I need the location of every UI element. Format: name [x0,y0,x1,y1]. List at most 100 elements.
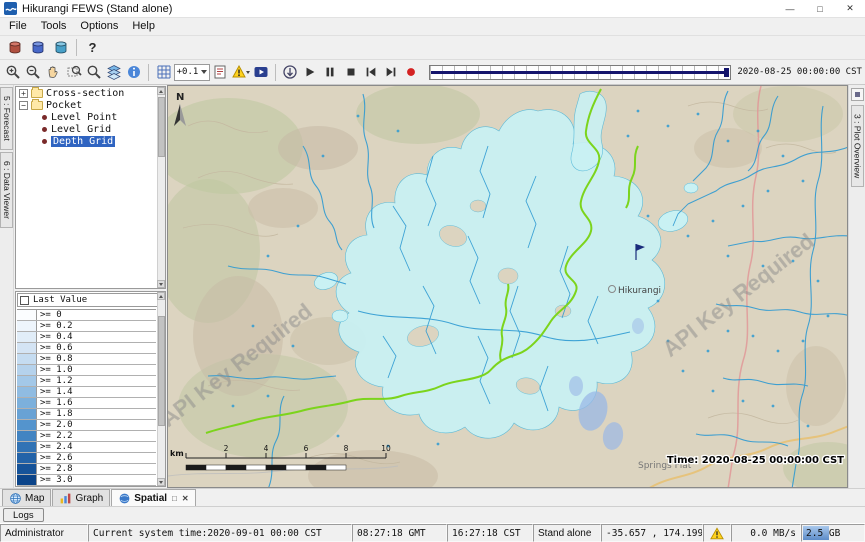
svg-text:N: N [176,92,184,103]
tree-item-depth-grid[interactable]: Depth Grid [16,135,165,147]
tab-graph[interactable]: Graph [52,489,110,506]
animation-player-icon[interactable] [251,62,271,83]
grid-display-icon[interactable] [153,62,173,83]
grid-threshold-select[interactable]: +0.1 [174,64,211,81]
legend-row: >= 0.8 [17,354,156,365]
legend-label: >= 0 [37,310,62,320]
play-button[interactable] [300,62,320,83]
scroll-up-icon[interactable] [157,292,165,300]
stop-button[interactable] [341,62,361,83]
logs-button[interactable]: Logs [3,508,44,522]
panel-close-icon[interactable]: ✕ [182,494,189,503]
maximize-button[interactable]: □ [805,0,835,17]
tab-spatial[interactable]: Spatial □ ✕ [111,489,195,506]
legend-color-swatch [17,464,37,474]
menu-file[interactable]: File [3,19,35,34]
warning-threshold-icon[interactable] [231,62,251,83]
tree-label: Level Grid [51,124,111,135]
dock-button[interactable] [851,88,864,101]
scroll-up-icon[interactable] [157,87,165,95]
minimize-button[interactable]: — [775,0,805,17]
tab-data-viewer[interactable]: 6 : Data Viewer [0,152,13,228]
zoom-full-icon[interactable] [84,62,104,83]
legend-label: >= 0.4 [37,332,73,342]
status-local-time: 16:27:18 CST [447,524,533,542]
database-teal-icon[interactable] [49,37,72,58]
tree-item-level-point[interactable]: Level Point [16,111,165,123]
layer-bullet-icon [42,115,47,120]
zoom-out-icon[interactable] [23,62,43,83]
time-slider[interactable] [429,65,731,80]
scroll-down-icon[interactable] [157,478,165,486]
legend-row: >= 0.4 [17,332,156,343]
panel-restore-icon[interactable]: □ [172,494,177,503]
tab-map[interactable]: Map [2,489,51,506]
layer-bullet-icon [42,127,47,132]
tree-item-cross-section[interactable]: + Cross-section [16,87,165,99]
menu-options[interactable]: Options [74,19,126,34]
menu-tools[interactable]: Tools [35,19,75,34]
zoom-box-icon[interactable] [64,62,84,83]
legend-label: >= 2.0 [37,420,73,430]
profile-document-icon[interactable] [210,62,230,83]
toolbar-separator [76,39,77,56]
layers-icon[interactable] [104,62,124,83]
svg-text:6: 6 [304,444,309,453]
tree-label: Level Point [51,112,117,123]
scroll-down-icon[interactable] [157,280,165,288]
svg-text:8: 8 [344,444,349,453]
last-value-checkbox[interactable] [20,296,29,305]
step-forward-button[interactable] [381,62,401,83]
tree-item-pocket[interactable]: − Pocket [16,99,165,111]
tab-plot-overview[interactable]: 3 : Plot Overview [851,105,864,187]
spatial-globe-icon [118,492,131,505]
menu-bar: File Tools Options Help [0,18,865,36]
status-warning-icon[interactable] [703,524,731,542]
map-canvas[interactable]: API Key Required API Key Required N Hiku… [168,86,848,488]
scroll-thumb[interactable] [158,97,165,157]
svg-text:km: km [170,449,184,458]
globe-icon [9,492,22,505]
legend-row: >= 0.6 [17,343,156,354]
legend-color-swatch [17,431,37,441]
menu-help[interactable]: Help [126,19,163,34]
legend-row: >= 0 [17,310,156,321]
legend-label: >= 1.8 [37,409,73,419]
legend-label: >= 0.2 [37,321,73,331]
legend-scrollbar[interactable] [157,292,165,486]
scroll-thumb[interactable] [158,316,165,426]
collapse-minus-icon[interactable]: − [19,101,28,110]
tree-item-level-grid[interactable]: Level Grid [16,123,165,135]
pause-button[interactable] [320,62,340,83]
step-back-button[interactable] [361,62,381,83]
legend-label: >= 2.4 [37,442,73,452]
database-red-icon[interactable] [3,37,26,58]
legend-color-swatch [17,387,37,397]
legend-row: >= 1.6 [17,398,156,409]
legend-color-swatch [17,376,37,386]
help-button[interactable]: ? [81,37,104,58]
memory-usage-label: 2.5 GB [806,528,840,539]
legend-row: >= 3.0 [17,475,156,486]
zoom-in-icon[interactable] [3,62,23,83]
goto-current-time-icon[interactable] [280,62,300,83]
tab-forecast[interactable]: 5 : Forecast [0,87,13,150]
record-button[interactable] [401,62,421,83]
toolbar-separator [148,64,149,81]
title-bar: Hikurangi FEWS (Stand alone) — □ ✕ [0,0,865,18]
tree-label: Pocket [46,100,82,111]
status-system-time: Current system time:2020-09-01 00:00 CST [88,524,352,542]
legend-color-swatch [17,321,37,331]
app-logo-icon [4,2,17,15]
time-slider-handle[interactable] [724,68,729,77]
database-blue-icon[interactable] [26,37,49,58]
legend-label: >= 1.4 [37,387,73,397]
chevron-down-icon [201,70,207,74]
dock-icon [855,92,860,97]
close-button[interactable]: ✕ [835,0,865,17]
pan-hand-icon[interactable] [43,62,63,83]
info-icon[interactable] [124,62,144,83]
toolbar-separator [275,64,276,81]
expand-plus-icon[interactable]: + [19,89,28,98]
tree-scrollbar[interactable] [157,87,165,288]
